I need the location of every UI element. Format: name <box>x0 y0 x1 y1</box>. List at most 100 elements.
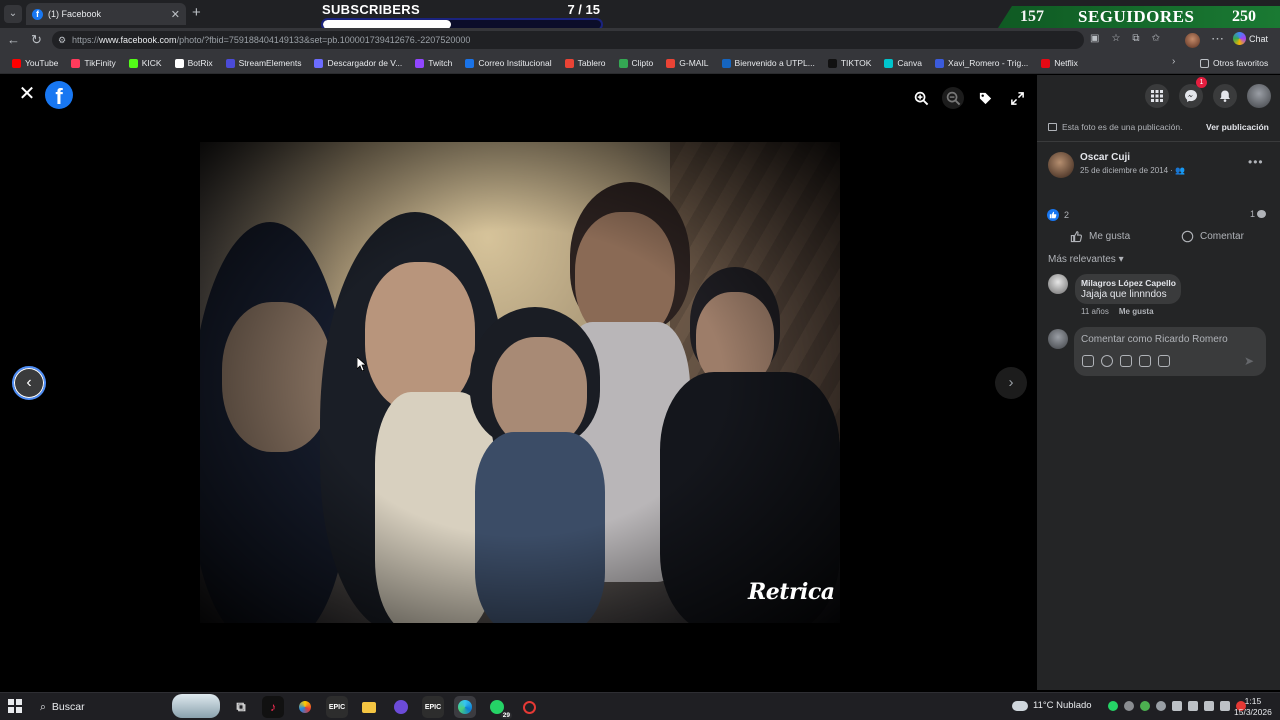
url-path: /photo/?fbid=759188404149133&set=pb.1000… <box>176 35 471 45</box>
edge-browser-icon[interactable] <box>454 696 476 718</box>
bookmark-item[interactable]: Bienvenido a UTPL... <box>716 52 822 74</box>
zoom-in-icon[interactable] <box>910 87 932 109</box>
comment-count[interactable]: 1 <box>1250 209 1267 219</box>
bookmark-item[interactable]: G-MAIL <box>660 52 715 74</box>
other-favorites-folder[interactable]: Otros favoritos <box>1200 52 1268 74</box>
tray-cloud-icon[interactable] <box>1156 701 1166 711</box>
comment-author[interactable]: Milagros López Capello <box>1081 278 1176 288</box>
split-screen-icon[interactable]: ▣ <box>1090 33 1099 44</box>
windows-start-icon[interactable] <box>8 699 22 713</box>
notifications-bell-icon[interactable] <box>1213 84 1237 108</box>
bookmark-item[interactable]: BotRix <box>169 52 220 74</box>
post-date[interactable]: 25 de diciembre de 2014 · 👥 <box>1080 166 1185 175</box>
bookmarks-overflow-chevron-icon[interactable]: › <box>1172 56 1175 67</box>
previous-photo-chevron-icon[interactable]: ‹ <box>12 366 46 400</box>
weather-widget[interactable]: 11°C Nublado <box>1012 700 1092 711</box>
comment-sort-dropdown[interactable]: Más relevantes ▾ <box>1048 254 1124 265</box>
tiktok-app-icon[interactable]: ♪ <box>262 696 284 718</box>
camera-icon[interactable] <box>1120 355 1132 367</box>
bookmark-favicon-icon <box>934 58 944 68</box>
search-icon: ⌕ <box>40 700 46 713</box>
emoji-icon[interactable] <box>1101 355 1113 367</box>
post-options-icon[interactable]: ••• <box>1248 155 1264 169</box>
search-highlight-image[interactable] <box>172 694 220 718</box>
send-icon[interactable]: ➤ <box>1244 354 1254 368</box>
copilot-chat-button[interactable]: Chat <box>1233 32 1268 45</box>
tray-volume-icon[interactable] <box>1204 701 1214 711</box>
account-avatar[interactable] <box>1247 84 1271 108</box>
tag-icon[interactable] <box>974 87 996 109</box>
favorite-star-icon[interactable]: ☆ <box>1111 33 1120 44</box>
bookmark-item[interactable]: Xavi_Romero - Trig... <box>929 52 1035 74</box>
bookmark-favicon-icon <box>71 58 81 68</box>
tray-whatsapp-icon[interactable] <box>1108 701 1118 711</box>
reload-icon[interactable]: ↻ <box>31 32 42 48</box>
bookmark-item[interactable]: Netflix <box>1035 52 1085 74</box>
app-recorder-icon[interactable] <box>518 696 540 718</box>
comment-age[interactable]: 11 años <box>1081 307 1109 316</box>
sticker-icon[interactable] <box>1158 355 1170 367</box>
comment-meta: 11 años Me gusta <box>1081 307 1154 316</box>
reaction-summary[interactable]: 2 <box>1047 209 1069 221</box>
bookmark-item[interactable]: StreamElements <box>220 52 309 74</box>
whatsapp-icon[interactable]: 29 <box>486 696 512 719</box>
tray-language-icon[interactable] <box>1220 701 1230 711</box>
extensions-icon[interactable]: ⧉ <box>1132 33 1139 44</box>
comment-like-button[interactable]: Me gusta <box>1119 307 1154 316</box>
epic-games-icon[interactable]: EPIC <box>326 696 348 718</box>
tray-status-icon[interactable] <box>1140 701 1150 711</box>
browser-profile-avatar[interactable] <box>1185 33 1200 48</box>
bookmark-item[interactable]: TikFinity <box>65 52 122 74</box>
tab-list-chevron-icon[interactable]: ⌄ <box>4 5 22 23</box>
favorites-icon[interactable]: ✩ <box>1152 33 1160 44</box>
close-viewer-icon[interactable]: ✕ <box>18 84 36 104</box>
bookmark-item[interactable]: Canva <box>878 52 929 74</box>
bookmark-item[interactable]: YouTube <box>6 52 65 74</box>
comment-bubble: Milagros López Capello Jajaja que linnnd… <box>1075 274 1181 304</box>
view-post-link[interactable]: Ver publicación <box>1206 122 1269 132</box>
bookmark-item[interactable]: Clipto <box>613 52 661 74</box>
browser-menu-icon[interactable]: ⋯ <box>1211 31 1224 47</box>
comment-button[interactable]: Comentar <box>1181 230 1244 243</box>
epic-games-launcher-icon[interactable]: EPIC <box>422 696 444 718</box>
comment-input[interactable] <box>1081 332 1259 346</box>
next-photo-chevron-icon[interactable]: › <box>995 367 1027 399</box>
back-arrow-icon[interactable]: ← <box>7 32 20 47</box>
commenter-avatar[interactable] <box>1048 274 1068 294</box>
obs-icon[interactable] <box>390 696 412 718</box>
tray-network-icon[interactable] <box>1172 701 1182 711</box>
messenger-badge: 1 <box>1196 77 1207 88</box>
followers-goal: 250 <box>1232 8 1256 25</box>
facebook-logo-icon[interactable]: f <box>45 81 73 109</box>
tray-app-icon[interactable] <box>1124 701 1134 711</box>
messenger-icon[interactable]: 1 <box>1179 77 1207 108</box>
gif-icon[interactable] <box>1139 355 1151 367</box>
caret-down-icon: ▾ <box>1118 254 1124 265</box>
bookmark-item[interactable]: Correo Institucional <box>459 52 558 74</box>
tray-display-icon[interactable] <box>1188 701 1198 711</box>
like-button[interactable]: Me gusta <box>1070 230 1130 243</box>
site-info-icon[interactable]: ⚙ <box>58 31 66 49</box>
bookmark-item[interactable]: Twitch <box>409 52 459 74</box>
bookmark-item[interactable]: Tablero <box>559 52 613 74</box>
address-bar[interactable]: ⚙ https://www.facebook.com/photo/?fbid=7… <box>52 31 1084 49</box>
tab-close-icon[interactable]: ✕ <box>171 8 180 21</box>
taskbar-clock[interactable]: 1:15 15/3/2026 <box>1234 696 1272 718</box>
bookmark-item[interactable]: KICK <box>123 52 169 74</box>
bookmark-item[interactable]: TIKTOK <box>822 52 879 74</box>
menu-grid-icon[interactable] <box>1145 84 1169 108</box>
bookmark-favicon-icon <box>618 58 628 68</box>
avatar-sticker-icon[interactable] <box>1082 355 1094 367</box>
file-explorer-icon[interactable] <box>358 696 380 718</box>
bookmark-label: Tablero <box>577 58 606 68</box>
tab-facebook[interactable]: f (1) Facebook ✕ <box>26 3 186 25</box>
app-round-icon[interactable] <box>294 696 316 718</box>
new-tab-plus-icon[interactable]: + <box>192 4 201 21</box>
fullscreen-icon[interactable] <box>1006 87 1028 109</box>
zoom-out-icon[interactable] <box>942 87 964 109</box>
task-view-icon[interactable]: ⧉ <box>230 696 252 718</box>
author-name[interactable]: Oscar Cuji <box>1080 152 1130 163</box>
author-avatar[interactable] <box>1048 152 1074 178</box>
bookmark-favicon-icon <box>721 58 731 68</box>
bookmark-item[interactable]: Descargador de V... <box>308 52 409 74</box>
